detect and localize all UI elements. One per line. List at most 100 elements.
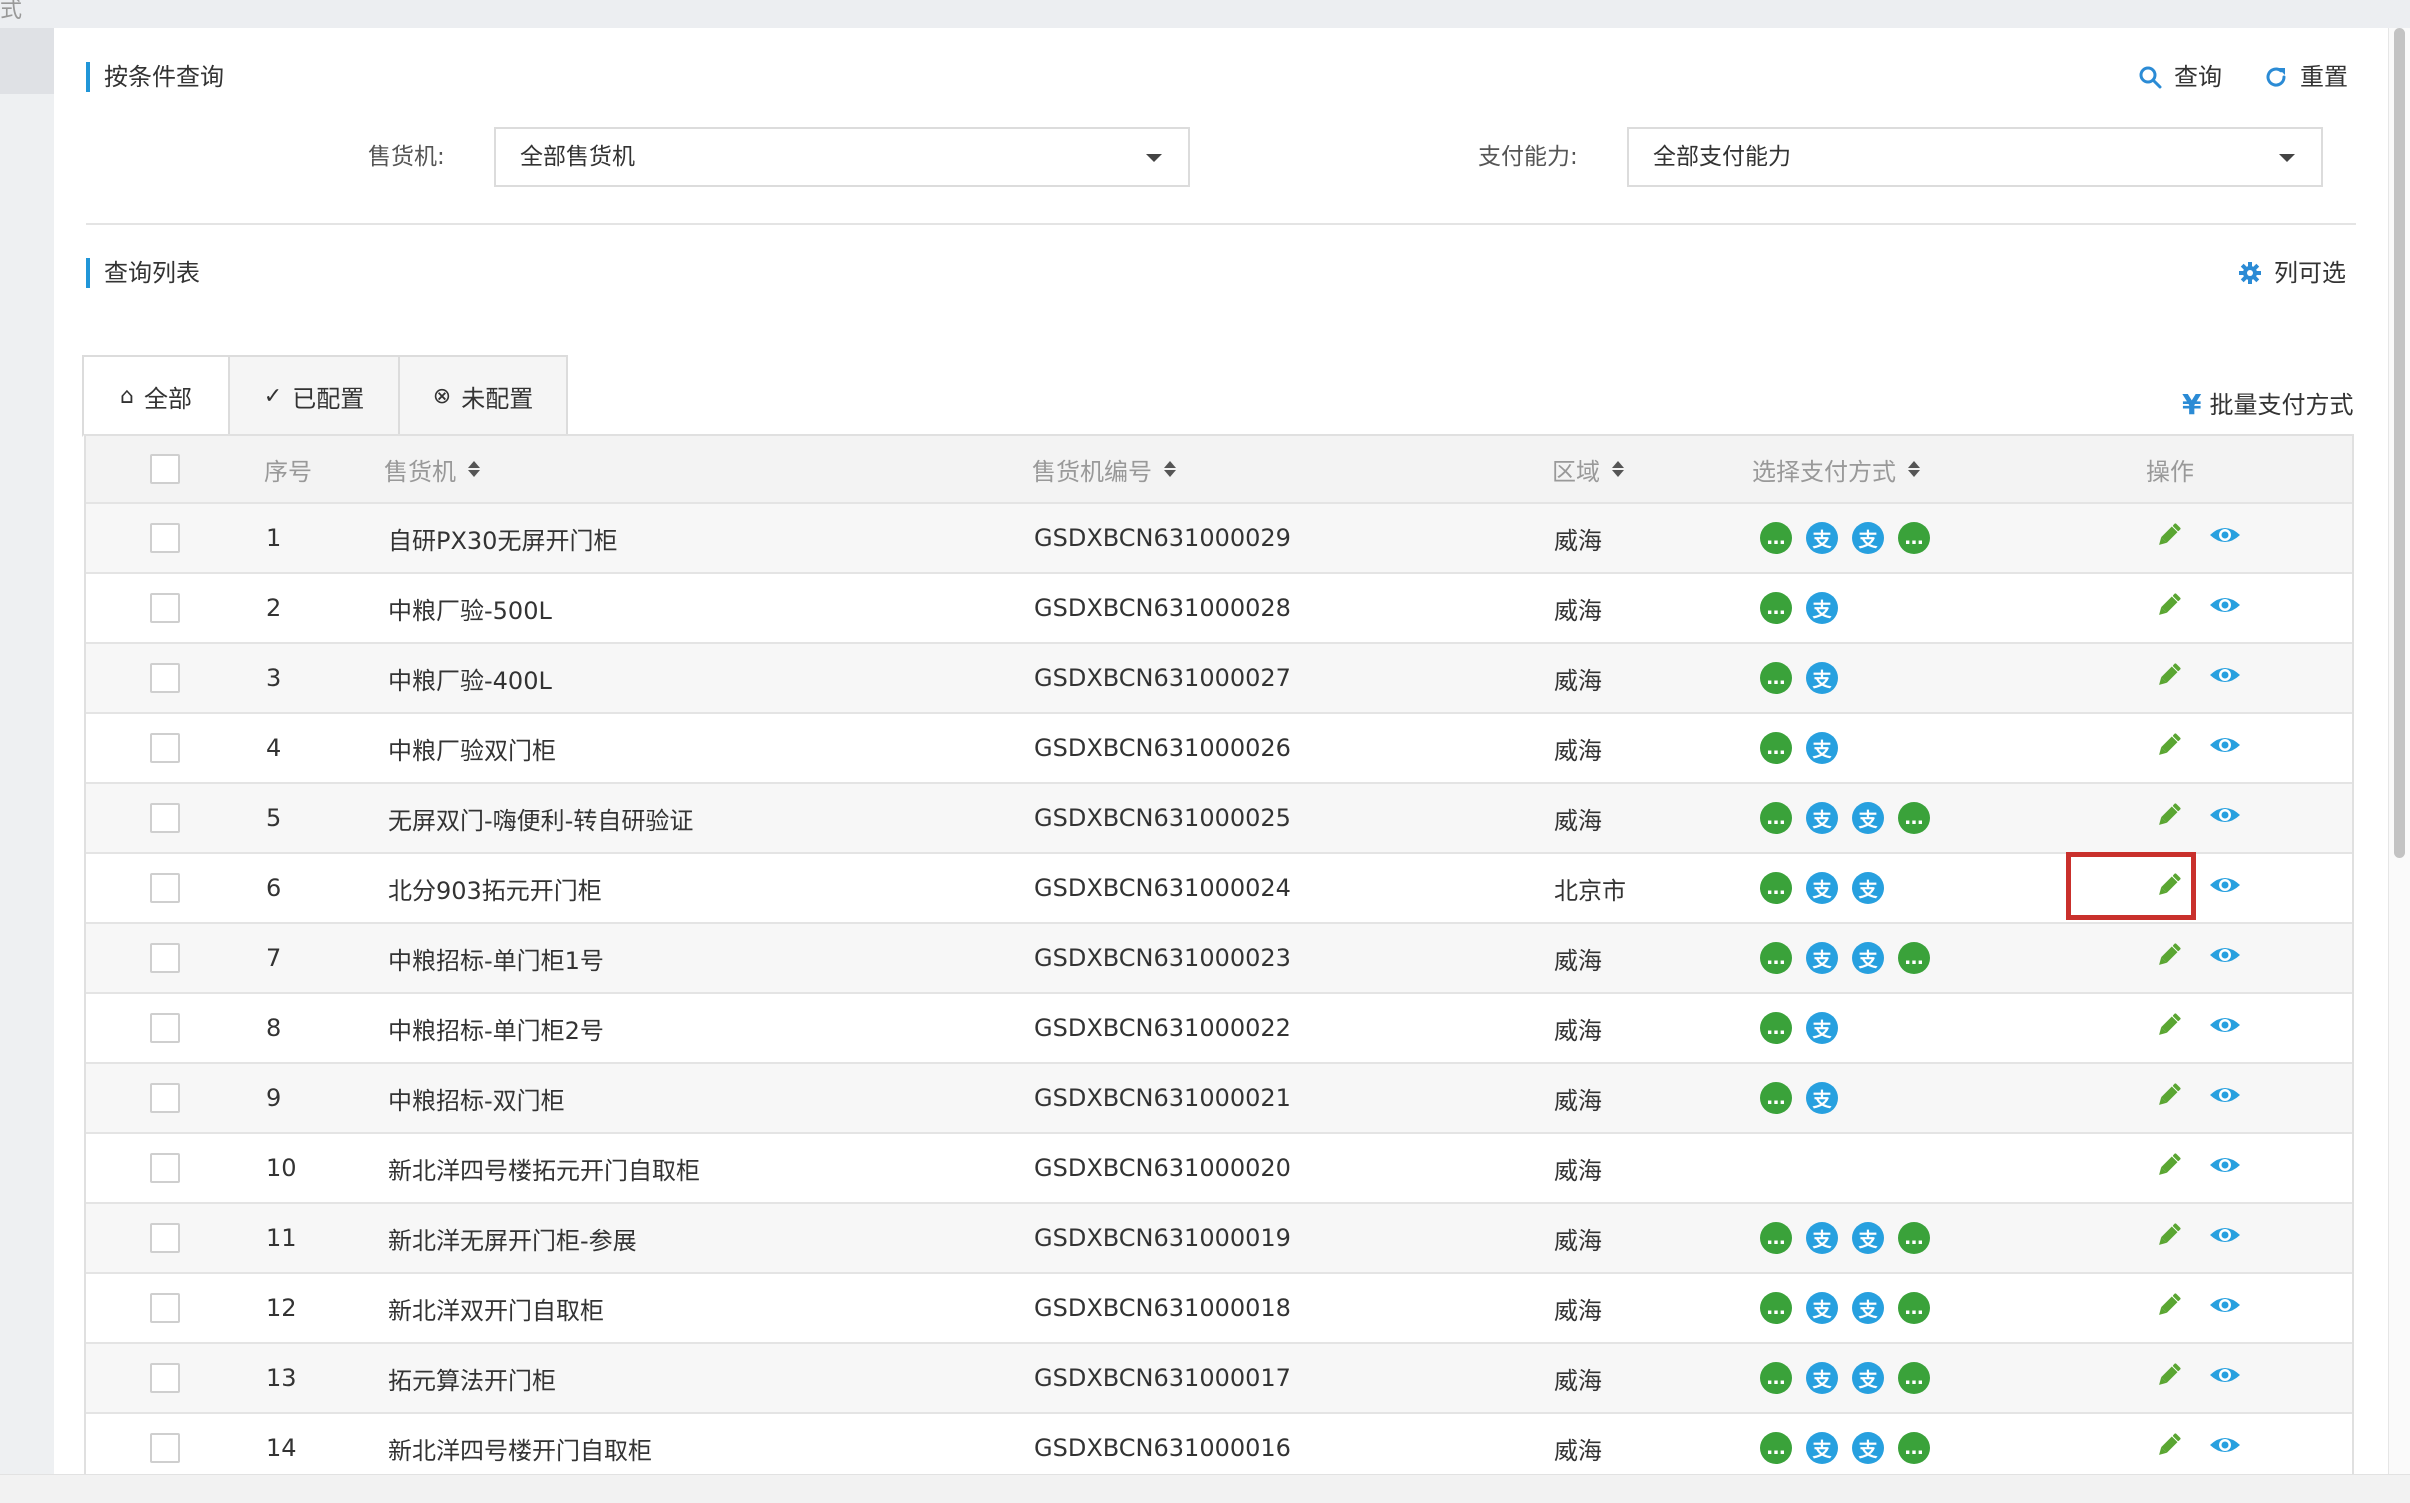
- tab-configured[interactable]: ✓ 已配置: [228, 355, 398, 437]
- table-row: 9 中粮招标-双门柜 GSDXBCN631000021 威海… 支: [86, 1064, 2352, 1134]
- row-actions: [2154, 574, 2242, 642]
- eye-icon[interactable]: [2208, 1083, 2242, 1113]
- header-payment[interactable]: 选择支付方式: [1752, 436, 1920, 502]
- refresh-icon: [2266, 67, 2286, 87]
- reset-button[interactable]: 重置: [2264, 62, 2348, 92]
- row-checkbox[interactable]: [150, 803, 180, 833]
- eye-icon[interactable]: [2208, 523, 2242, 553]
- row-checkbox[interactable]: [150, 943, 180, 973]
- row-actions: [2154, 1274, 2242, 1342]
- row-payment-methods: … 支: [1760, 994, 1838, 1062]
- select-all-checkbox[interactable]: [150, 454, 180, 484]
- row-actions: [2154, 504, 2242, 572]
- eye-icon[interactable]: [2208, 1293, 2242, 1323]
- pencil-icon[interactable]: [2154, 1220, 2184, 1256]
- eye-icon[interactable]: [2208, 1363, 2242, 1393]
- alipay-icon: 支: [1806, 872, 1838, 904]
- row-checkbox[interactable]: [150, 1223, 180, 1253]
- sort-icon: [1908, 461, 1920, 477]
- table-row: 2 中粮厂验-500L GSDXBCN631000028 威海… 支: [86, 574, 2352, 644]
- row-checkbox[interactable]: [150, 1013, 180, 1043]
- row-actions: [2154, 994, 2242, 1062]
- pencil-icon[interactable]: [2154, 1080, 2184, 1116]
- alipay-icon: 支: [1852, 1432, 1884, 1464]
- eye-icon[interactable]: [2208, 1223, 2242, 1253]
- batch-payment-button[interactable]: ¥ 批量支付方式: [2182, 390, 2353, 420]
- row-machine-code: GSDXBCN631000027: [1034, 664, 1291, 692]
- pencil-icon[interactable]: [2154, 1360, 2184, 1396]
- tab-configured-label: 已配置: [292, 384, 365, 413]
- wechat-pay-icon: …: [1898, 942, 1930, 974]
- row-index: 2: [266, 594, 282, 622]
- wechat-pay-icon: …: [1760, 1432, 1792, 1464]
- payment-select-value: 全部支付能力: [1653, 144, 1791, 170]
- alipay-icon: 支: [1852, 1362, 1884, 1394]
- pencil-icon[interactable]: [2154, 660, 2184, 696]
- pencil-icon[interactable]: [2154, 1290, 2184, 1326]
- eye-icon[interactable]: [2208, 593, 2242, 623]
- pencil-icon[interactable]: [2154, 800, 2184, 836]
- eye-icon[interactable]: [2208, 943, 2242, 973]
- row-machine-code: GSDXBCN631000022: [1034, 1014, 1291, 1042]
- pencil-icon[interactable]: [2154, 940, 2184, 976]
- row-region: 威海: [1554, 526, 1602, 555]
- pencil-icon[interactable]: [2154, 730, 2184, 766]
- row-checkbox[interactable]: [150, 593, 180, 623]
- row-index: 5: [266, 804, 282, 832]
- search-button[interactable]: 查询: [2138, 62, 2222, 92]
- tab-unconfigured[interactable]: ⊗ 未配置: [398, 355, 568, 437]
- machine-table: 序号 售货机 售货机编号 区域 选择支付方式 操作 1 自研PX30无屏开门柜 GS…: [84, 434, 2354, 1484]
- vertical-scrollbar[interactable]: [2388, 28, 2410, 1474]
- alipay-icon: 支: [1806, 592, 1838, 624]
- row-actions: [2154, 784, 2242, 852]
- row-checkbox[interactable]: [150, 1433, 180, 1463]
- header-machine[interactable]: 售货机: [384, 436, 480, 502]
- alipay-icon: 支: [1806, 1082, 1838, 1114]
- row-region: 威海: [1554, 1436, 1602, 1465]
- pencil-icon[interactable]: [2154, 1150, 2184, 1186]
- row-machine-name: 新北洋四号楼拓元开门自取柜: [388, 1156, 700, 1185]
- eye-icon[interactable]: [2208, 663, 2242, 693]
- pencil-icon[interactable]: [2154, 520, 2184, 556]
- eye-icon[interactable]: [2208, 873, 2242, 903]
- header-machine-label: 售货机: [384, 457, 456, 486]
- eye-icon[interactable]: [2208, 1153, 2242, 1183]
- payment-select[interactable]: 全部支付能力: [1627, 127, 2323, 187]
- row-checkbox[interactable]: [150, 1363, 180, 1393]
- row-checkbox[interactable]: [150, 1153, 180, 1183]
- header-code[interactable]: 售货机编号: [1032, 436, 1176, 502]
- row-machine-name: 中粮招标-单门柜1号: [388, 946, 604, 975]
- eye-icon[interactable]: [2208, 803, 2242, 833]
- column-options-button[interactable]: 列可选: [2238, 258, 2346, 288]
- row-region: 威海: [1554, 596, 1602, 625]
- wechat-pay-icon: …: [1760, 662, 1792, 694]
- row-checkbox[interactable]: [150, 1293, 180, 1323]
- eye-icon[interactable]: [2208, 1013, 2242, 1043]
- reset-button-label: 重置: [2300, 63, 2348, 91]
- row-checkbox[interactable]: [150, 1083, 180, 1113]
- pencil-icon[interactable]: [2154, 1010, 2184, 1046]
- table-row: 11 新北洋无屏开门柜-参展 GSDXBCN631000019 威海… 支支…: [86, 1204, 2352, 1274]
- pencil-icon[interactable]: [2154, 1430, 2184, 1466]
- row-machine-name: 中粮厂验-500L: [388, 596, 552, 625]
- scrollbar-thumb[interactable]: [2394, 28, 2405, 858]
- row-checkbox[interactable]: [150, 663, 180, 693]
- row-actions: [2154, 924, 2242, 992]
- machine-select[interactable]: 全部售货机: [494, 127, 1190, 187]
- header-region[interactable]: 区域: [1552, 436, 1624, 502]
- row-region: 威海: [1554, 1296, 1602, 1325]
- row-checkbox[interactable]: [150, 733, 180, 763]
- row-machine-name: 新北洋双开门自取柜: [388, 1296, 604, 1325]
- row-index: 4: [266, 734, 282, 762]
- eye-icon[interactable]: [2208, 733, 2242, 763]
- row-checkbox[interactable]: [150, 523, 180, 553]
- wechat-pay-icon: …: [1760, 1222, 1792, 1254]
- row-machine-name: 新北洋四号楼开门自取柜: [388, 1436, 652, 1465]
- row-index: 9: [266, 1084, 282, 1112]
- tab-all[interactable]: ⌂ 全部: [82, 355, 228, 437]
- left-strip-tab[interactable]: [0, 28, 54, 94]
- row-checkbox[interactable]: [150, 873, 180, 903]
- row-machine-name: 无屏双门-嗨便利-转自研验证: [388, 806, 694, 835]
- pencil-icon[interactable]: [2154, 590, 2184, 626]
- eye-icon[interactable]: [2208, 1433, 2242, 1463]
